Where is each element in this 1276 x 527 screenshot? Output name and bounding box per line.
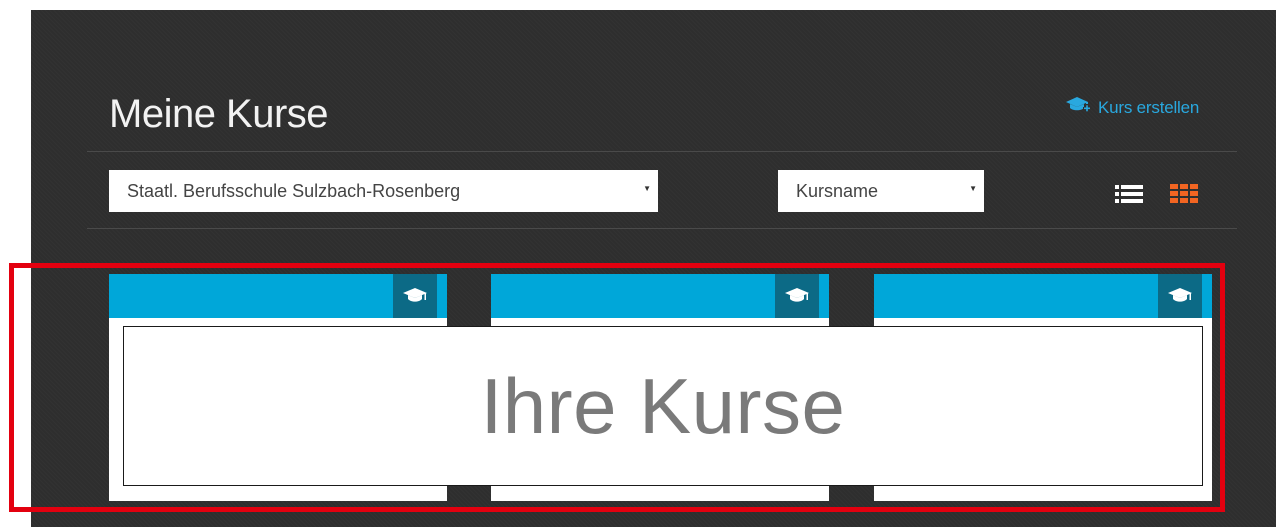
grid-icon: [1170, 184, 1198, 203]
add-course-icon: [1066, 96, 1092, 119]
graduation-cap-icon: [1168, 288, 1192, 302]
graduation-cap-icon: [785, 288, 809, 302]
grid-view-toggle[interactable]: [1170, 184, 1198, 208]
graduation-cap-icon: [403, 288, 427, 302]
sort-select[interactable]: Kursname ▼: [778, 170, 984, 212]
list-icon: [1115, 185, 1143, 203]
course-card-header: [874, 274, 1212, 318]
sort-select-value: Kursname: [796, 180, 879, 201]
course-card-header: [109, 274, 447, 318]
list-view-toggle[interactable]: [1115, 184, 1143, 208]
create-course-link[interactable]: Kurs erstellen: [1066, 96, 1199, 119]
dropdown-caret-icon: ▼: [969, 184, 977, 193]
header-divider: [87, 151, 1237, 152]
create-course-label: Kurs erstellen: [1098, 97, 1200, 117]
school-select[interactable]: Staatl. Berufsschule Sulzbach-Rosenberg …: [109, 170, 658, 212]
course-cap-badge: [775, 274, 819, 318]
filter-divider: [87, 228, 1237, 229]
annotation-overlay: Ihre Kurse: [123, 326, 1203, 486]
course-card-header: [491, 274, 829, 318]
dropdown-caret-icon: ▼: [643, 184, 651, 193]
app-window: Meine Kurse Kurs erstellen Staatl. Beruf…: [31, 10, 1276, 527]
page-title: Meine Kurse: [109, 92, 329, 136]
course-cap-badge: [393, 274, 437, 318]
school-select-value: Staatl. Berufsschule Sulzbach-Rosenberg: [127, 180, 461, 201]
course-cap-badge: [1158, 274, 1202, 318]
annotation-label: Ihre Kurse: [480, 361, 846, 450]
